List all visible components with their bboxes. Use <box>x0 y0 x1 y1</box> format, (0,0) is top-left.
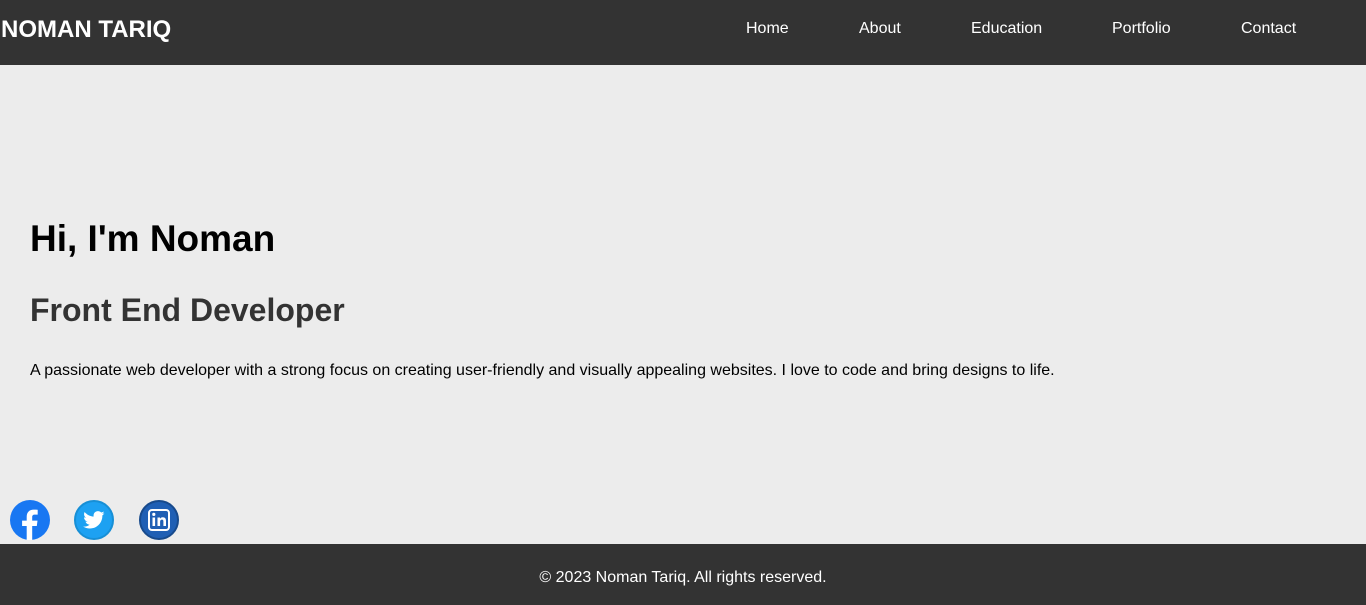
linkedin-link[interactable] <box>139 500 179 540</box>
nav-education[interactable]: Education <box>971 19 1042 39</box>
nav-home[interactable]: Home <box>746 19 789 39</box>
twitter-link[interactable] <box>74 500 114 540</box>
twitter-icon <box>74 500 114 540</box>
facebook-icon <box>10 500 50 540</box>
hero-description: A passionate web developer with a strong… <box>30 362 1055 379</box>
footer-copyright: © 2023 Noman Tariq. All rights reserved. <box>539 569 827 586</box>
hero-subtitle: Front End Developer <box>30 292 345 328</box>
nav-portfolio[interactable]: Portfolio <box>1112 19 1171 39</box>
nav-about[interactable]: About <box>859 19 901 39</box>
site-footer: © 2023 Noman Tariq. All rights reserved. <box>0 544 1366 605</box>
nav-contact[interactable]: Contact <box>1241 19 1296 39</box>
site-header: NOMAN TARIQ Home About Education Portfol… <box>0 0 1366 65</box>
hero-title: Hi, I'm Noman <box>30 218 276 259</box>
site-brand[interactable]: NOMAN TARIQ <box>1 16 171 44</box>
facebook-link[interactable] <box>10 500 50 540</box>
linkedin-icon <box>139 500 179 540</box>
